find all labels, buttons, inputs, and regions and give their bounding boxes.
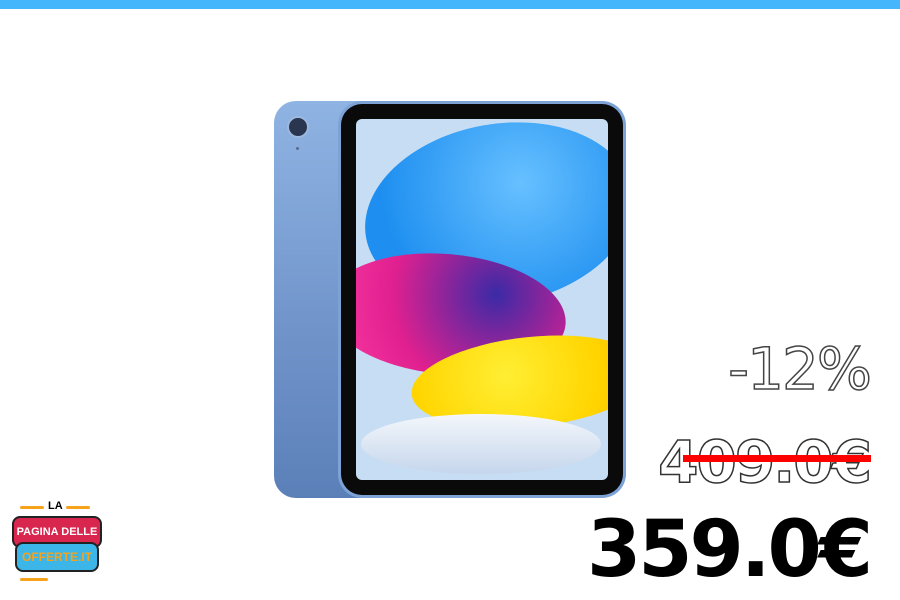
- old-price: 409.0€: [657, 427, 872, 497]
- logo-text-offerte: OFFERTE.IT: [15, 542, 99, 572]
- site-logo: LA PAGINA DELLE OFFERTE.IT: [8, 500, 103, 598]
- logo-decor-line: [66, 506, 90, 509]
- top-bar: [0, 0, 900, 9]
- ipad-screen: [356, 119, 608, 480]
- strikethrough-line: [683, 455, 871, 462]
- logo-decor-line: [20, 578, 48, 581]
- logo-decor-line: [20, 506, 44, 509]
- wallpaper-white-shape: [361, 414, 601, 474]
- logo-text-la: LA: [48, 500, 63, 512]
- discount-percent: -12%: [727, 334, 872, 404]
- camera-icon: [287, 116, 309, 138]
- current-price: 359.0€: [587, 505, 873, 595]
- flash-dot: [296, 147, 299, 150]
